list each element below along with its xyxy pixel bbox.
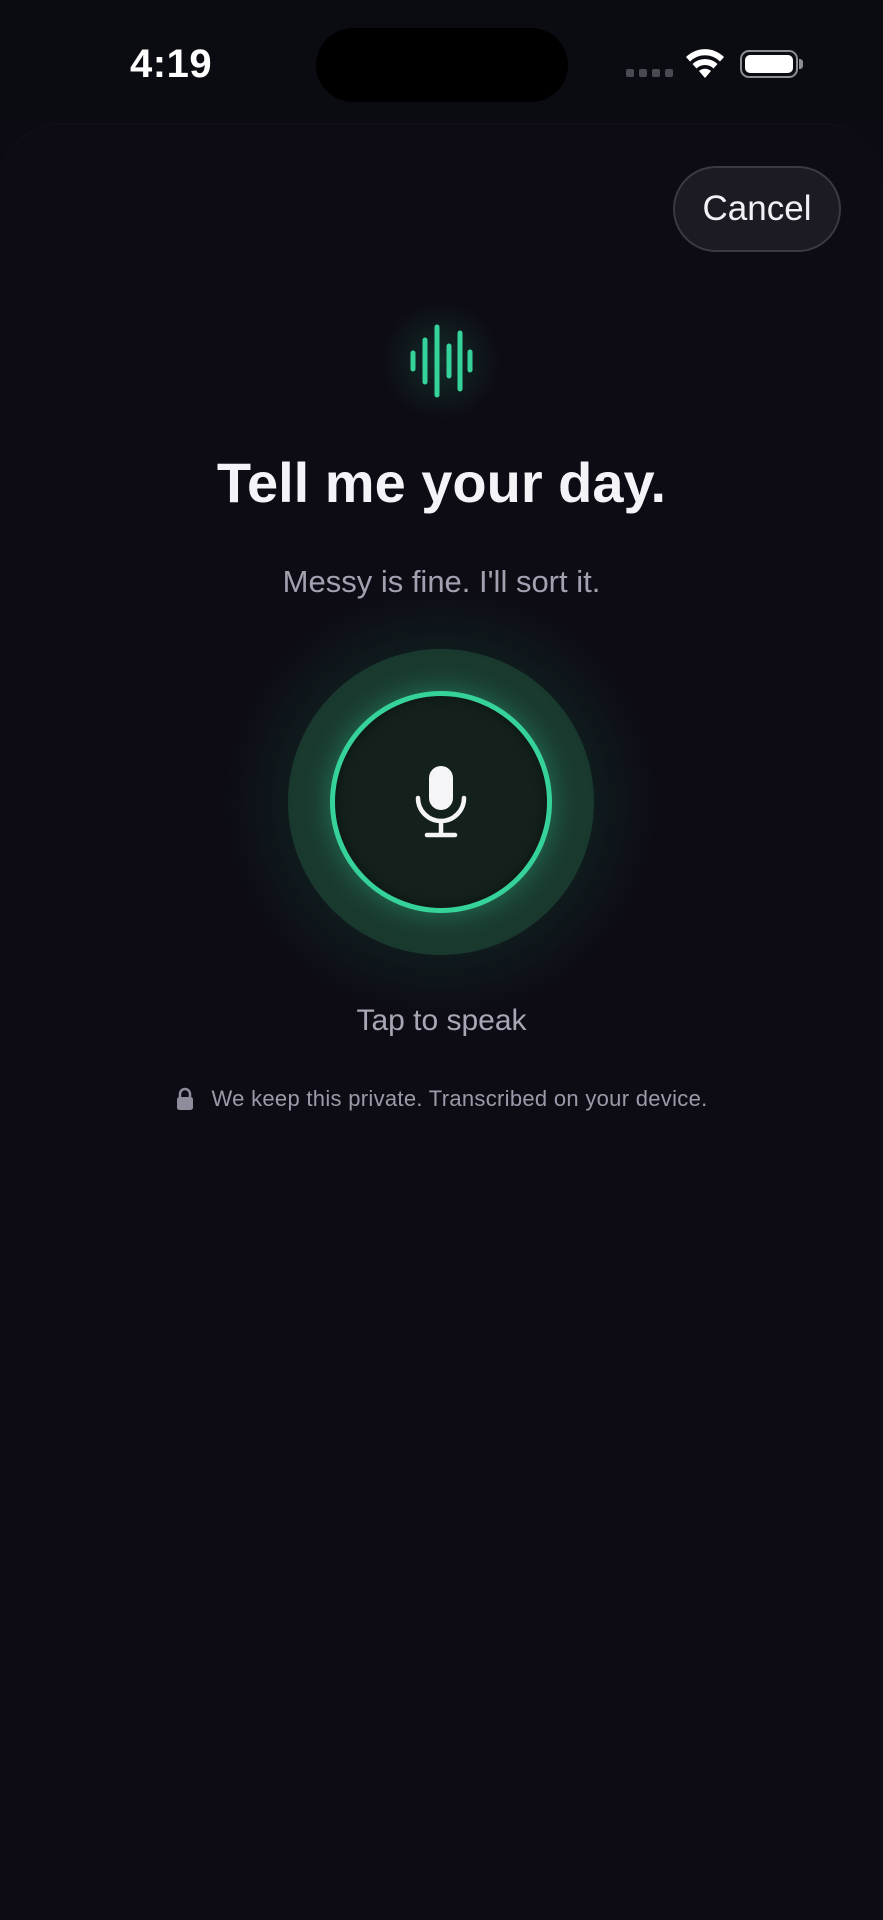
battery-icon xyxy=(740,50,798,78)
cellular-signal-icon xyxy=(626,69,673,77)
cancel-button[interactable]: Cancel xyxy=(673,166,841,252)
status-time: 4:19 xyxy=(130,42,213,86)
record-button[interactable] xyxy=(330,691,552,913)
wifi-icon xyxy=(686,49,724,78)
battery-tip xyxy=(799,59,803,69)
dynamic-island xyxy=(316,28,568,102)
microphone-icon xyxy=(415,766,467,838)
voice-capture-screen: 4:19 Cancel Tell me your day. Messy is f… xyxy=(0,0,883,1920)
lock-icon xyxy=(177,1087,194,1110)
page-title: Tell me your day. xyxy=(216,451,667,514)
privacy-note-row: We keep this private. Transcribed on you… xyxy=(0,1086,883,1112)
record-hint: Tap to speak xyxy=(356,1004,527,1037)
voice-waveform-icon xyxy=(410,324,473,398)
privacy-note: We keep this private. Transcribed on you… xyxy=(211,1086,708,1111)
status-bar: 4:19 xyxy=(0,0,883,120)
